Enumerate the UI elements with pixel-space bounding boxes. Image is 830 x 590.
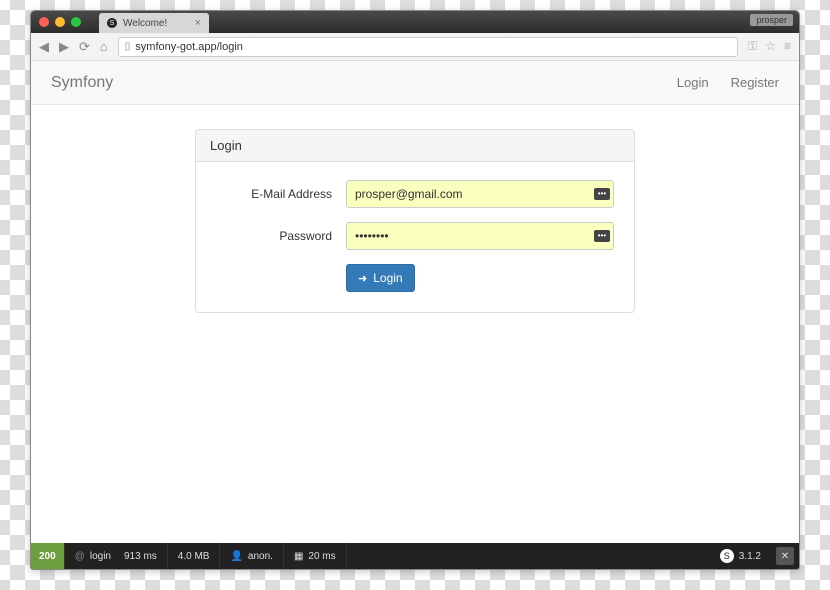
maximize-window-button[interactable]	[71, 17, 81, 27]
titlebar: S Welcome! × prosper	[31, 11, 799, 33]
symfony-favicon-icon: S	[107, 18, 117, 28]
key-icon[interactable]: ⚿	[748, 39, 757, 54]
request-time: 913 ms	[124, 551, 157, 562]
browser-window: S Welcome! × prosper ◀ ▶ ⟳ ⌂ ▯ symfony-g…	[30, 10, 800, 570]
signin-icon: ➜	[358, 272, 367, 285]
login-button-label: Login	[373, 271, 402, 285]
tab-title: Welcome!	[123, 18, 167, 29]
browser-tab[interactable]: S Welcome! ×	[99, 13, 209, 33]
url-input[interactable]: ▯ symfony-got.app/login	[118, 37, 738, 57]
memory-item[interactable]: 4.0 MB	[168, 543, 221, 569]
keychain-icon[interactable]: •••	[594, 188, 610, 200]
toolbar-close-button[interactable]: ✕	[776, 547, 794, 565]
keychain-icon[interactable]: •••	[594, 230, 610, 242]
user-icon: 👤	[230, 551, 242, 562]
reload-button[interactable]: ⟳	[79, 39, 90, 55]
submit-row: ➜ Login	[216, 264, 614, 292]
panel-body: E-Mail Address ••• Password •••	[196, 162, 634, 312]
main-content: Login E-Mail Address ••• Password •	[31, 105, 799, 313]
symfony-version[interactable]: S 3.1.2	[710, 549, 771, 563]
http-status[interactable]: 200	[31, 543, 65, 569]
email-input-wrap: •••	[346, 180, 614, 208]
password-label: Password	[216, 229, 346, 243]
symfony-debug-toolbar: 200 @ login 913 ms 4.0 MB 👤 anon. ▦ 20 m…	[31, 543, 799, 569]
route-item[interactable]: @ login 913 ms	[65, 543, 168, 569]
nav-register-link[interactable]: Register	[731, 75, 779, 90]
db-item[interactable]: ▦ 20 ms	[284, 543, 347, 569]
nav-login-link[interactable]: Login	[677, 75, 709, 90]
db-time: 20 ms	[308, 551, 335, 562]
memory-value: 4.0 MB	[178, 551, 210, 562]
panel-title: Login	[196, 130, 634, 162]
menu-icon[interactable]: ≡	[784, 39, 791, 54]
at-icon: @	[75, 551, 85, 562]
url-text: symfony-got.app/login	[135, 41, 243, 53]
password-input-wrap: •••	[346, 222, 614, 250]
page-viewport: Symfony Login Register Login E-Mail Addr…	[31, 61, 799, 543]
login-panel: Login E-Mail Address ••• Password •	[195, 129, 635, 313]
login-button[interactable]: ➜ Login	[346, 264, 415, 292]
app-navbar: Symfony Login Register	[31, 61, 799, 105]
user-item[interactable]: 👤 anon.	[220, 543, 283, 569]
toolbar-right: S 3.1.2 ✕	[710, 547, 799, 565]
address-bar-actions: ⚿ ☆ ≡	[748, 39, 791, 54]
password-row: Password •••	[216, 222, 614, 250]
database-icon: ▦	[294, 551, 303, 562]
home-button[interactable]: ⌂	[100, 39, 108, 55]
bookmark-icon[interactable]: ☆	[765, 39, 776, 54]
nav-links: Login Register	[677, 75, 779, 90]
close-window-button[interactable]	[39, 17, 49, 27]
password-field[interactable]	[346, 222, 614, 250]
user-name: anon.	[248, 551, 273, 562]
version-text: 3.1.2	[739, 551, 761, 562]
brand-logo[interactable]: Symfony	[51, 74, 113, 92]
email-row: E-Mail Address •••	[216, 180, 614, 208]
close-tab-icon[interactable]: ×	[195, 17, 201, 29]
nav-buttons: ◀ ▶ ⟳ ⌂	[39, 39, 108, 55]
forward-button[interactable]: ▶	[59, 39, 69, 55]
profile-badge[interactable]: prosper	[750, 14, 793, 26]
window-controls	[39, 17, 81, 27]
minimize-window-button[interactable]	[55, 17, 65, 27]
symfony-logo-icon: S	[720, 549, 734, 563]
address-bar: ◀ ▶ ⟳ ⌂ ▯ symfony-got.app/login ⚿ ☆ ≡	[31, 33, 799, 61]
back-button[interactable]: ◀	[39, 39, 49, 55]
email-field[interactable]	[346, 180, 614, 208]
page-icon: ▯	[125, 41, 131, 52]
email-label: E-Mail Address	[216, 187, 346, 201]
route-name: login	[90, 551, 111, 562]
